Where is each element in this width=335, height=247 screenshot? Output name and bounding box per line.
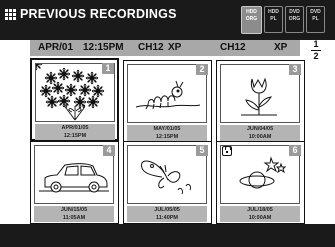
recording-time: 11:05AM	[62, 214, 86, 221]
page-indicator: 1 2	[311, 40, 321, 61]
recording-date: JUL/18/05	[247, 207, 273, 213]
recording-thumbnail-1[interactable]: 1 APR/01/05 12:15PM	[30, 58, 119, 141]
recording-number-badge: 6	[289, 145, 301, 156]
mode-line: ORG	[245, 16, 258, 22]
recording-date: JUL/05/05	[154, 207, 180, 213]
mode-selector: HDD ORG HDD PL DVD ORG DVD PL	[241, 6, 325, 34]
recording-number-badge: 4	[103, 145, 115, 156]
recording-thumbnail-5[interactable]: 5 JUL/05/05 11:40PM	[123, 141, 212, 224]
grid-menu-icon[interactable]	[5, 9, 16, 20]
recording-time: 12:15PM	[63, 132, 87, 139]
page-current: 1	[313, 39, 319, 49]
recording-thumbnail-4[interactable]: 4 JUN/15/05 11:05AM	[30, 141, 119, 224]
recording-number-badge: 2	[196, 64, 208, 75]
recording-date: APR/01/05	[61, 125, 89, 131]
recording-date: APR/01	[38, 42, 74, 53]
recording-channel: CH12	[138, 42, 164, 53]
recording-caption: JUL/05/05 11:40PM	[127, 206, 207, 222]
butterfly-icon	[127, 145, 207, 204]
mode-line: HDD	[246, 9, 257, 15]
recording-caption: APR/01/05 12:15PM	[35, 124, 115, 140]
car-icon	[34, 145, 114, 204]
recording-time: 10:00AM	[248, 214, 272, 221]
recording-time: 11:40PM	[155, 214, 178, 221]
caterpillar-icon	[127, 64, 207, 123]
recording-mode: XP	[168, 42, 182, 53]
current-mode: XP	[274, 42, 288, 53]
protected-lock-icon	[222, 146, 232, 156]
recording-date: JUN/15/05	[60, 207, 88, 213]
recording-thumbnail-6[interactable]: 6 JUL/18/05 10:00AM	[216, 141, 305, 224]
mode-hdd-pl-button[interactable]: HDD PL	[264, 6, 283, 33]
mode-line: ORG	[288, 16, 301, 22]
recording-number-badge: 3	[289, 64, 301, 75]
screen-title: PREVIOUS RECORDINGS	[20, 7, 177, 21]
recording-number-badge: 1	[102, 63, 114, 74]
planet-stars-icon	[220, 145, 300, 204]
recording-time: 12:15PM	[155, 133, 179, 140]
recordings-screen: PREVIOUS RECORDINGS HDD ORG HDD PL DVD O…	[0, 0, 335, 247]
mode-line: DVD	[289, 9, 300, 15]
tulip-icon	[220, 64, 300, 123]
recording-number-badge: 5	[196, 145, 208, 156]
mode-line: PL	[312, 16, 319, 22]
current-channel: CH12	[220, 42, 246, 53]
recording-date: JUN/04/05	[246, 126, 274, 132]
bottom-bar	[0, 224, 335, 247]
mode-line: HDD	[268, 9, 279, 15]
recording-time: 12:15PM	[83, 42, 124, 53]
recording-date: MAY/01/05	[153, 126, 181, 132]
recording-caption: JUN/15/05 11:05AM	[34, 206, 114, 222]
mode-hdd-org-button[interactable]: HDD ORG	[241, 6, 262, 34]
info-bar: APR/01 12:15PM CH12 XP CH12 XP	[30, 40, 300, 56]
recording-time: 10:00AM	[248, 133, 272, 140]
recording-caption: JUN/04/05 10:00AM	[220, 125, 300, 141]
recording-thumbnail-3[interactable]: 3 JUN/04/05 10:00AM	[216, 60, 305, 143]
title-bar: PREVIOUS RECORDINGS HDD ORG HDD PL DVD O…	[0, 0, 335, 40]
mode-line: PL	[270, 16, 277, 22]
mode-line: DVD	[310, 9, 321, 15]
recording-caption: JUL/18/05 10:00AM	[220, 206, 300, 222]
recording-thumbnail-2[interactable]: 2 MAY/01/05 12:15PM	[123, 60, 212, 143]
mode-dvd-pl-button[interactable]: DVD PL	[306, 6, 325, 33]
mode-dvd-org-button[interactable]: DVD ORG	[285, 6, 304, 33]
page-total: 2	[313, 51, 319, 61]
recording-caption: MAY/01/05 12:15PM	[127, 125, 207, 141]
